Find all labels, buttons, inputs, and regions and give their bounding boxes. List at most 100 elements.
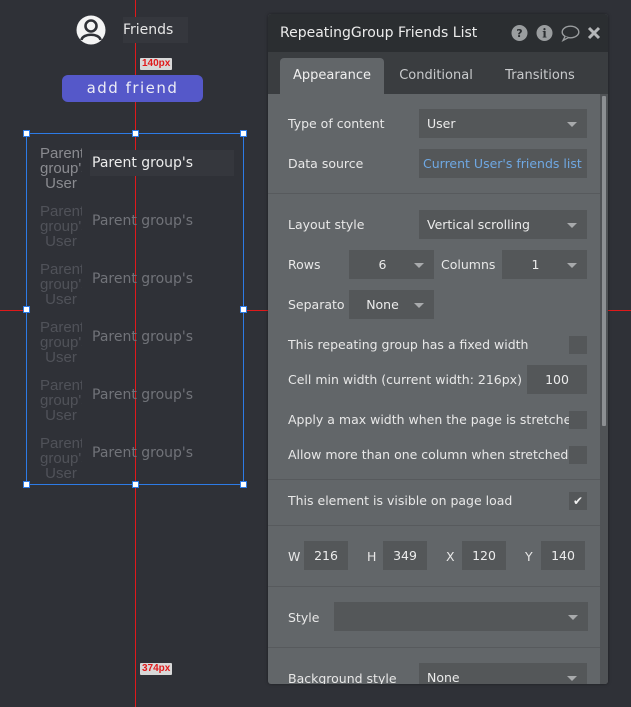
section-divider — [268, 479, 600, 480]
resize-handle-top[interactable] — [132, 130, 139, 137]
background-style-label: Background style — [288, 671, 397, 684]
height-label: H — [367, 549, 377, 564]
panel-header[interactable]: RepeatingGroup Friends List ? i — [268, 14, 608, 52]
help-icon[interactable]: ? — [510, 24, 529, 42]
svg-text:i: i — [542, 27, 547, 41]
resize-handle-top-right[interactable] — [240, 130, 247, 137]
resize-handle-bottom-right[interactable] — [240, 481, 247, 488]
tab-conditional[interactable]: Conditional — [390, 58, 482, 94]
data-source-label: Data source — [288, 156, 364, 171]
resize-handle-left[interactable] — [23, 306, 30, 313]
type-of-content-value: User — [427, 116, 456, 131]
bottom-distance-label: 374px — [140, 663, 173, 675]
cell-text: Parent group's — [92, 271, 194, 287]
cell-avatar-image: Parent group's User — [40, 204, 82, 250]
rows-dropdown[interactable]: 6 — [349, 250, 434, 279]
visible-on-load-checkbox[interactable]: ✔ — [569, 492, 587, 510]
style-dropdown[interactable] — [334, 602, 588, 631]
cell-text: Parent group's — [92, 387, 194, 403]
background-style-dropdown[interactable]: None — [419, 663, 587, 684]
background-style-value: None — [427, 670, 460, 684]
section-divider — [268, 586, 600, 587]
chevron-down-icon — [567, 223, 577, 228]
cell-avatar-image: Parent group's User — [40, 436, 82, 482]
type-of-content-dropdown[interactable]: User — [419, 109, 587, 138]
width-label: W — [288, 549, 301, 564]
add-friend-button[interactable]: add friend — [62, 75, 203, 102]
x-label: X — [446, 549, 455, 564]
friends-title[interactable]: Friends — [123, 17, 188, 43]
scrollbar-thumb[interactable] — [602, 96, 606, 426]
y-input[interactable]: 140 — [541, 541, 585, 570]
chevron-down-icon — [568, 615, 578, 620]
cell-avatar-image: Parent group's User — [40, 378, 82, 424]
resize-handle-bottom-left[interactable] — [23, 481, 30, 488]
section-divider — [268, 647, 600, 648]
panel-title: RepeatingGroup Friends List — [280, 25, 478, 41]
y-label: Y — [525, 549, 533, 564]
repeating-group-friends-list[interactable]: Parent group's User Parent group's Paren… — [23, 130, 247, 488]
separator-value: None — [366, 297, 399, 312]
x-input[interactable]: 120 — [462, 541, 506, 570]
width-input[interactable]: 216 — [304, 541, 348, 570]
max-width-label: Apply a max width when the page is stret… — [288, 412, 580, 427]
cell-text: Parent group's — [92, 445, 194, 461]
comment-icon[interactable] — [560, 24, 580, 43]
info-icon[interactable]: i — [535, 24, 554, 42]
section-divider — [268, 193, 600, 194]
list-item: Parent group's User Parent group's — [33, 430, 233, 488]
layout-style-value: Vertical scrolling — [427, 217, 530, 232]
cell-avatar-image: Parent group's User — [40, 320, 82, 366]
layout-style-dropdown[interactable]: Vertical scrolling — [419, 210, 587, 239]
style-label: Style — [288, 610, 320, 625]
columns-label: Columns — [441, 257, 496, 272]
tab-appearance[interactable]: Appearance — [280, 58, 384, 94]
layout-style-label: Layout style — [288, 217, 365, 232]
type-of-content-label: Type of content — [288, 116, 385, 131]
checkmark-icon: ✔ — [572, 494, 584, 508]
section-divider — [268, 525, 600, 526]
rows-value: 6 — [378, 257, 387, 272]
resize-handle-bottom[interactable] — [132, 481, 139, 488]
chevron-down-icon — [567, 122, 577, 127]
multi-column-label: Allow more than one column when stretche… — [288, 447, 569, 462]
panel-scrollbar[interactable] — [600, 94, 608, 684]
user-avatar-icon[interactable] — [76, 15, 106, 45]
property-editor-panel: RepeatingGroup Friends List ? i Appearan… — [268, 14, 608, 684]
chevron-down-icon — [567, 676, 577, 681]
close-icon[interactable] — [586, 24, 602, 42]
resize-handle-top-left[interactable] — [23, 130, 30, 137]
columns-dropdown[interactable]: 1 — [502, 250, 587, 279]
svg-text:?: ? — [516, 27, 522, 40]
fixed-width-checkbox[interactable] — [569, 336, 587, 354]
cell-text: Parent group's — [92, 213, 194, 229]
height-input[interactable]: 349 — [383, 541, 427, 570]
columns-value: 1 — [531, 257, 540, 272]
list-item[interactable]: Parent group's User Parent group's — [33, 140, 234, 198]
top-distance-label: 140px — [140, 58, 173, 70]
fixed-width-label: This repeating group has a fixed width — [288, 337, 529, 352]
tab-bar: Appearance Conditional Transitions — [268, 52, 608, 94]
cell-min-width-input[interactable]: 100 — [527, 365, 587, 394]
separator-dropdown[interactable]: None — [349, 290, 434, 319]
chevron-down-icon — [414, 303, 424, 308]
panel-body: Type of content User Data source Current… — [268, 94, 600, 684]
list-item: Parent group's User Parent group's — [33, 256, 233, 314]
list-item: Parent group's User Parent group's — [33, 314, 233, 372]
cell-text: Parent group's — [92, 329, 194, 345]
cell-avatar-image: Parent group's User — [40, 146, 82, 192]
separator-label: Separato — [288, 297, 345, 312]
max-width-checkbox[interactable] — [569, 411, 587, 429]
resize-handle-right[interactable] — [240, 306, 247, 313]
data-source-expression[interactable]: Current User's friends list — [419, 149, 587, 178]
list-item: Parent group's User Parent group's — [33, 372, 233, 430]
rows-label: Rows — [288, 257, 321, 272]
list-item: Parent group's User Parent group's — [33, 198, 233, 256]
tab-transitions[interactable]: Transitions — [492, 58, 588, 94]
cell-min-width-label: Cell min width (current width: 216px) — [288, 372, 522, 387]
multi-column-checkbox[interactable] — [569, 446, 587, 464]
cell-text[interactable]: Parent group's — [90, 150, 234, 176]
visible-on-load-label: This element is visible on page load — [288, 493, 513, 508]
chevron-down-icon — [567, 263, 577, 268]
cell-avatar-image: Parent group's User — [40, 262, 82, 308]
